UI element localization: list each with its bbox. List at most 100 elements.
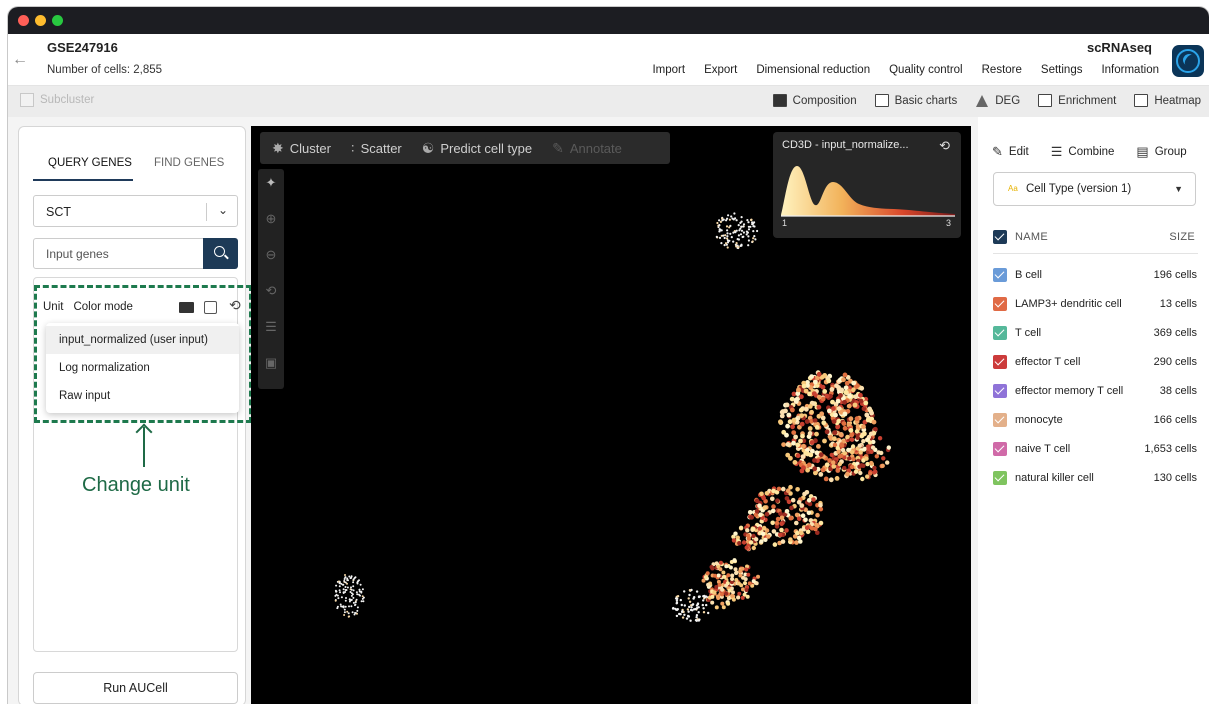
- project-title: GSE247916: [47, 40, 118, 55]
- canvas-toolbar: ✸ Cluster ∶ Scatter ☯ Predict cell type ✎ An…: [260, 132, 670, 164]
- cell-type-name: effector memory T cell: [1015, 385, 1124, 397]
- combine-label: Combine: [1068, 146, 1115, 158]
- cell-type-name: natural killer cell: [1015, 472, 1094, 484]
- group-label: Group: [1154, 146, 1187, 158]
- active-tab-indicator: [33, 179, 133, 181]
- combine-button[interactable]: ☰ Combine: [1051, 144, 1115, 160]
- cell-type-row[interactable]: effector memory T cell 38 cells: [993, 383, 1198, 401]
- cell-type-checkbox[interactable]: [993, 442, 1007, 456]
- cell-type-name: LAMP3+ dendritic cell: [1015, 298, 1122, 310]
- cell-type-checkbox[interactable]: [993, 413, 1007, 427]
- tab-query-genes[interactable]: QUERY GENES: [48, 157, 132, 169]
- cluster-label: Cluster: [289, 140, 331, 156]
- predict-cell-type-button[interactable]: ☯ Predict cell type: [422, 140, 532, 157]
- deg-button[interactable]: DEG: [975, 94, 1020, 107]
- adjust-icon[interactable]: ☰: [258, 319, 284, 335]
- zoom-in-icon[interactable]: ⊕: [258, 211, 284, 227]
- chevron-down-icon: ⌄: [217, 203, 228, 217]
- tab-find-genes[interactable]: FIND GENES: [154, 157, 224, 169]
- cluster-button[interactable]: ✸ Cluster: [272, 140, 331, 157]
- cell-type-size: 369 cells: [1153, 327, 1197, 339]
- main-menu: Import Export Dimensional reduction Qual…: [633, 64, 1159, 76]
- cell-type-name: monocyte: [1015, 414, 1063, 426]
- pencil-icon: ✎: [992, 144, 1003, 159]
- cell-type-checkbox[interactable]: [993, 355, 1007, 369]
- composition-button[interactable]: Composition: [772, 94, 857, 107]
- heatmap-label: Heatmap: [1154, 94, 1201, 107]
- annotate-button[interactable]: ✎ Annotate: [552, 140, 622, 157]
- scatter-button[interactable]: ∶ Scatter: [351, 140, 402, 157]
- change-unit-annotation: Change unit: [82, 474, 190, 496]
- enrichment-icon: [1038, 94, 1053, 107]
- menu-export[interactable]: Export: [704, 64, 737, 76]
- menu-import[interactable]: Import: [652, 64, 685, 76]
- run-aucell-button[interactable]: Run AUCell: [33, 672, 238, 704]
- histogram-max: 3: [945, 218, 951, 228]
- histogram-min: 1: [782, 218, 788, 228]
- menu-dimensional-reduction[interactable]: Dimensional reduction: [756, 64, 870, 76]
- composition-label: Composition: [792, 94, 857, 107]
- back-arrow-icon[interactable]: ←: [12, 51, 28, 69]
- annotate-label: Annotate: [569, 140, 622, 156]
- cell-type-size: 166 cells: [1153, 414, 1197, 426]
- cell-type-row[interactable]: effector T cell 290 cells: [993, 354, 1198, 372]
- gene-search-input[interactable]: [33, 238, 205, 269]
- heatmap-icon: [1134, 94, 1149, 107]
- cell-type-name: effector T cell: [1015, 356, 1081, 368]
- canvas-side-tools: ✦ ⊕ ⊖ ⟲ ☰ ▣: [258, 169, 284, 389]
- reset-view-icon[interactable]: ⟲: [258, 283, 284, 299]
- close-window-button[interactable]: [18, 15, 29, 26]
- cell-type-checkbox[interactable]: [993, 384, 1007, 398]
- subcluster-button[interactable]: Subcluster: [20, 93, 94, 107]
- lasso-select-icon[interactable]: ✦: [258, 175, 284, 191]
- menu-restore[interactable]: Restore: [982, 64, 1022, 76]
- cell-type-row[interactable]: T cell 369 cells: [993, 325, 1198, 343]
- menu-quality-control[interactable]: Quality control: [889, 64, 963, 76]
- enrichment-button[interactable]: Enrichment: [1038, 94, 1116, 107]
- logo-icon: [1176, 49, 1200, 73]
- histogram-reset-icon[interactable]: ⟲: [939, 138, 950, 154]
- cell-type-checkbox[interactable]: [993, 471, 1007, 485]
- cell-type-checkbox[interactable]: [993, 326, 1007, 340]
- deg-icon: [975, 94, 989, 107]
- predict-label: Predict cell type: [440, 140, 533, 156]
- assay-select[interactable]: SCT ⌄: [33, 195, 238, 227]
- edit-label: Edit: [1008, 146, 1029, 158]
- cell-type-checkbox[interactable]: [993, 297, 1007, 311]
- menu-settings[interactable]: Settings: [1041, 64, 1083, 76]
- edit-button[interactable]: ✎ Edit: [992, 144, 1029, 160]
- unit-label[interactable]: Unit: [43, 301, 63, 313]
- app-window: ← GSE247916 Number of cells: 2,855 scRNA…: [8, 7, 1209, 704]
- unit-color-row: Unit Color mode: [43, 301, 133, 313]
- zoom-out-icon[interactable]: ⊖: [258, 247, 284, 263]
- cell-type-version-select[interactable]: Aa Cell Type (version 1) ▼: [993, 172, 1196, 206]
- heatmap-button[interactable]: Heatmap: [1134, 94, 1201, 107]
- cell-type-row[interactable]: monocyte 166 cells: [993, 412, 1198, 430]
- unit-option-log-normalization[interactable]: Log normalization: [46, 354, 239, 382]
- folder-icon[interactable]: [179, 302, 194, 313]
- cell-type-row[interactable]: natural killer cell 130 cells: [993, 470, 1198, 488]
- cell-type-row[interactable]: B cell 196 cells: [993, 267, 1198, 285]
- umap-canvas[interactable]: ✸ Cluster ∶ Scatter ☯ Predict cell type ✎ An…: [251, 126, 971, 704]
- unit-option-raw-input[interactable]: Raw input: [46, 382, 239, 410]
- group-button[interactable]: ▤ Group: [1136, 144, 1186, 160]
- cell-type-row[interactable]: naive T cell 1,653 cells: [993, 441, 1198, 459]
- histogram-curve: [781, 166, 955, 217]
- gene-search-button[interactable]: [203, 238, 238, 269]
- search-icon: [214, 246, 225, 257]
- menu-information[interactable]: Information: [1101, 64, 1159, 76]
- cell-type-size: 196 cells: [1153, 269, 1197, 281]
- unit-option-input-normalized[interactable]: input_normalized (user input): [46, 326, 239, 354]
- annotate-icon: ✎: [552, 139, 564, 156]
- select-all-checkbox[interactable]: [993, 230, 1007, 244]
- save-icon[interactable]: [204, 301, 217, 314]
- cell-type-checkbox[interactable]: [993, 268, 1007, 282]
- color-mode-label[interactable]: Color mode: [73, 301, 132, 313]
- basic-charts-button[interactable]: Basic charts: [874, 94, 957, 107]
- reset-icon[interactable]: ⟲: [229, 297, 241, 314]
- maximize-window-button[interactable]: [52, 15, 63, 26]
- cell-type-row[interactable]: LAMP3+ dendritic cell 13 cells: [993, 296, 1198, 314]
- minimize-window-button[interactable]: [35, 15, 46, 26]
- combine-icon: ☰: [1050, 144, 1063, 159]
- download-icon[interactable]: ▣: [258, 355, 284, 371]
